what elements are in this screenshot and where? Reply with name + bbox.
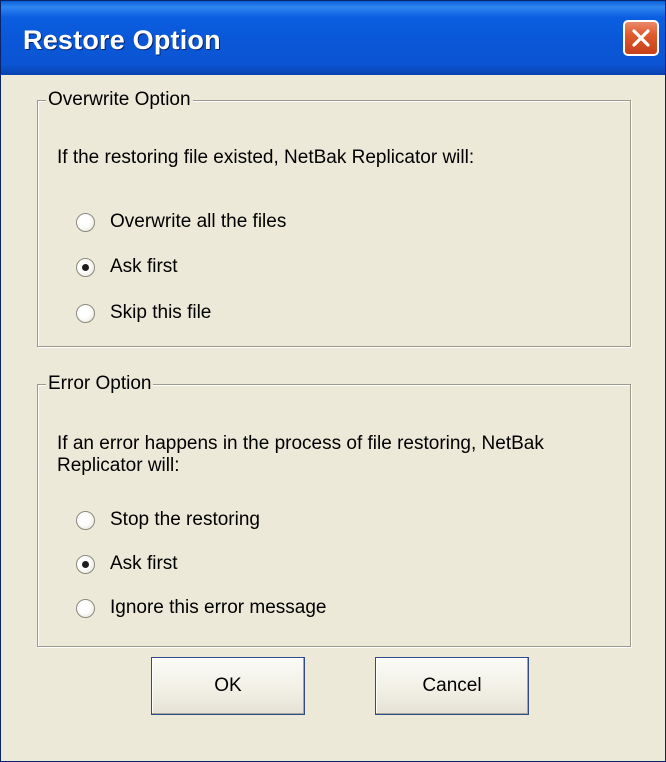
radio-button[interactable] bbox=[76, 303, 95, 323]
cancel-button[interactable]: Cancel bbox=[375, 657, 529, 715]
error-description: If an error happens in the process of fi… bbox=[57, 433, 617, 477]
radio-button[interactable] bbox=[76, 257, 95, 277]
radio-ask-first-error[interactable]: Ask first bbox=[76, 553, 178, 575]
radio-label: Ignore this error message bbox=[110, 597, 327, 618]
radio-skip-file[interactable]: Skip this file bbox=[76, 302, 211, 324]
error-option-group: Error Option If an error happens in the … bbox=[37, 373, 631, 647]
error-description-line-1: If an error happens in the process of fi… bbox=[57, 433, 544, 454]
radio-button[interactable] bbox=[76, 554, 95, 574]
error-description-line-2: Replicator will: bbox=[57, 455, 180, 476]
radio-button[interactable] bbox=[76, 510, 95, 530]
title-bar: Restore Option bbox=[1, 1, 665, 75]
restore-option-dialog: Restore Option Overwrite Option If the r… bbox=[0, 0, 666, 762]
radio-label: Skip this file bbox=[110, 302, 212, 323]
ok-button[interactable]: OK bbox=[151, 657, 305, 715]
overwrite-description: If the restoring file existed, NetBak Re… bbox=[57, 147, 475, 168]
radio-ask-first-overwrite[interactable]: Ask first bbox=[76, 256, 178, 278]
error-option-legend: Error Option bbox=[46, 373, 154, 395]
radio-label: Ask first bbox=[110, 256, 178, 277]
radio-stop-restoring[interactable]: Stop the restoring bbox=[76, 509, 260, 531]
radio-label: Ask first bbox=[110, 553, 178, 574]
dialog-body: Overwrite Option If the restoring file e… bbox=[1, 75, 665, 761]
overwrite-option-group: Overwrite Option If the restoring file e… bbox=[37, 89, 631, 347]
window-title: Restore Option bbox=[23, 25, 221, 55]
radio-overwrite-all[interactable]: Overwrite all the files bbox=[76, 211, 286, 233]
radio-button[interactable] bbox=[76, 212, 95, 232]
radio-label: Stop the restoring bbox=[110, 509, 260, 530]
radio-ignore-error[interactable]: Ignore this error message bbox=[76, 597, 327, 619]
overwrite-option-legend: Overwrite Option bbox=[46, 89, 193, 111]
radio-button[interactable] bbox=[76, 598, 95, 618]
close-icon bbox=[632, 29, 650, 47]
close-button[interactable] bbox=[623, 20, 659, 56]
radio-label: Overwrite all the files bbox=[110, 211, 287, 232]
